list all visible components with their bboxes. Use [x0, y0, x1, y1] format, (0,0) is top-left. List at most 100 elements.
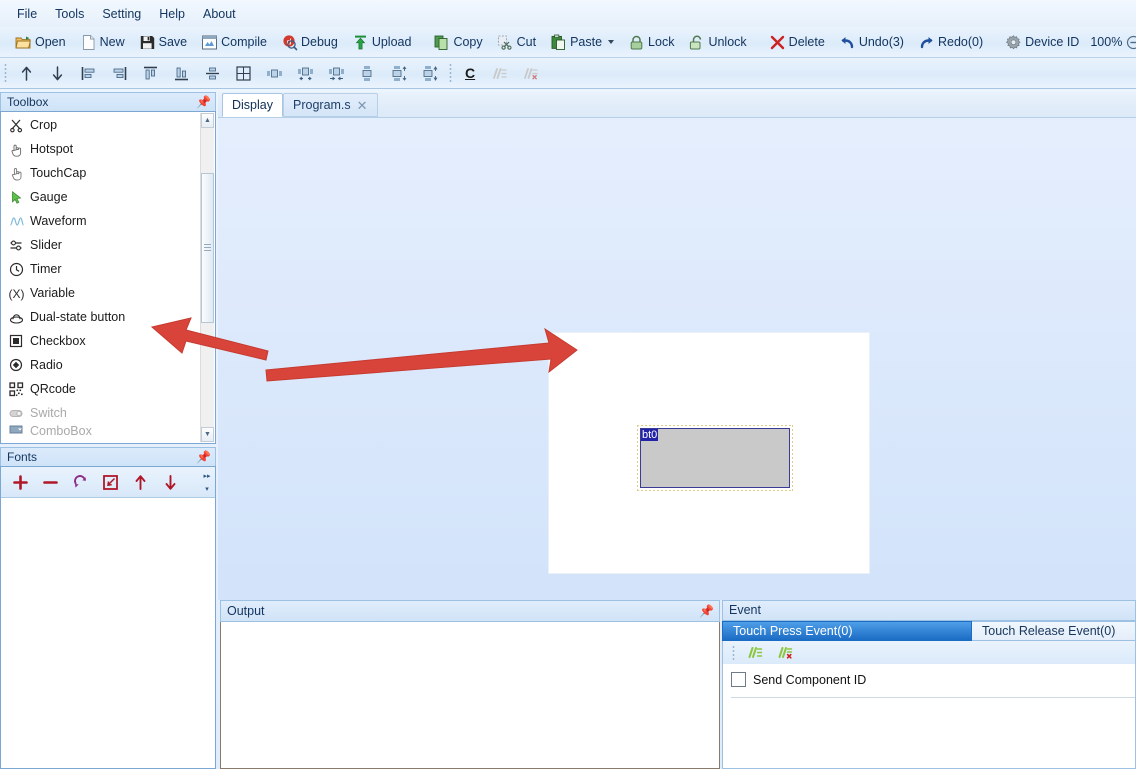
add-comment-button[interactable]	[484, 58, 515, 88]
same-width-icon	[266, 65, 283, 82]
pin-icon[interactable]: 📌	[699, 605, 714, 617]
tab-display[interactable]: Display	[222, 93, 283, 117]
toolbox-item-switch[interactable]: Switch	[2, 401, 201, 425]
menu-item-tools[interactable]: Tools	[46, 4, 93, 24]
scrollbar-thumb[interactable]	[201, 173, 214, 323]
close-icon[interactable]: ✕	[357, 99, 368, 112]
fonts-toolbar-overflow[interactable]: ▸▸ ▾	[201, 469, 213, 495]
font-add-button[interactable]	[5, 468, 35, 496]
distribute-v-top-button[interactable]	[383, 58, 414, 88]
toolbox-item-qrcode[interactable]: QRcode	[2, 377, 201, 401]
remove-comment-button[interactable]	[515, 58, 546, 88]
distribute-h-left-icon	[297, 65, 314, 82]
scroll-down-button[interactable]: ▼	[201, 427, 214, 442]
center-both-button[interactable]	[228, 58, 259, 88]
distribute-h-right-icon	[328, 65, 345, 82]
scroll-up-button[interactable]: ▲	[201, 113, 214, 128]
toolbox-item-dual-state-button[interactable]: Dual-state button	[2, 305, 201, 329]
output-panel: Output 📌	[218, 600, 720, 769]
align-right-button[interactable]	[104, 58, 135, 88]
menu-item-help[interactable]: Help	[150, 4, 194, 24]
dual-state-button-component[interactable]: bt0	[637, 425, 793, 491]
distribute-h-left-button[interactable]	[290, 58, 321, 88]
output-text-area[interactable]	[220, 622, 720, 769]
fonts-list[interactable]	[1, 498, 215, 768]
toolbox-item-crop[interactable]: Crop	[2, 113, 201, 137]
menu-item-setting[interactable]: Setting	[93, 4, 150, 24]
event-code-editor[interactable]	[731, 697, 1135, 768]
debug-button[interactable]: d Debug	[274, 27, 345, 57]
align-middle-button[interactable]	[197, 58, 228, 88]
compile-button[interactable]: Compile	[194, 27, 274, 57]
distribute-h-right-button[interactable]	[321, 58, 352, 88]
lock-button[interactable]: Lock	[621, 27, 681, 57]
code-button[interactable]: C	[456, 58, 484, 88]
event-editor-area[interactable]: Send Component ID	[722, 664, 1136, 769]
open-button[interactable]: Open	[8, 27, 73, 57]
copy-button[interactable]: Copy	[426, 27, 489, 57]
toolbox-item-radio[interactable]: Radio	[2, 353, 201, 377]
cut-button[interactable]: Cut	[490, 27, 543, 57]
device-screen[interactable]: bt0	[549, 333, 869, 573]
event-add-comment-button[interactable]	[741, 642, 769, 664]
same-width-button[interactable]	[259, 58, 290, 88]
font-move-down-button[interactable]	[155, 468, 185, 496]
menu-item-file[interactable]: File	[8, 4, 46, 24]
font-remove-button[interactable]	[35, 468, 65, 496]
event-toolbar-grip[interactable]	[732, 644, 735, 661]
toolbox-item-gauge[interactable]: Gauge	[2, 185, 201, 209]
send-component-id-checkbox[interactable]	[731, 672, 746, 687]
align-toolbar-grip[interactable]	[4, 63, 7, 83]
toolbox-item-checkbox[interactable]: Checkbox	[2, 329, 201, 353]
align-toolbar: C	[0, 58, 1136, 89]
toolbox-item-waveform[interactable]: Waveform	[2, 209, 201, 233]
save-button[interactable]: Save	[132, 27, 195, 57]
fonts-panel: Fonts 📌 ▸▸ ▾	[0, 447, 216, 769]
chevron-down-icon[interactable]: ▾	[205, 485, 209, 493]
unlock-button[interactable]: Unlock	[681, 27, 753, 57]
toolbox-item-hotspot[interactable]: Hotspot	[2, 137, 201, 161]
pin-icon[interactable]: 📌	[196, 96, 211, 108]
distribute-v-bottom-button[interactable]	[414, 58, 445, 88]
toolbox-item-slider[interactable]: Slider	[2, 233, 201, 257]
align-bottom-button[interactable]	[166, 58, 197, 88]
delete-button[interactable]: Delete	[762, 27, 832, 57]
new-button[interactable]: New	[73, 27, 132, 57]
menu-item-about[interactable]: About	[194, 4, 245, 24]
upload-button[interactable]: Upload	[345, 27, 419, 57]
move-up-button[interactable]	[11, 58, 42, 88]
toolbox-item-touchcap[interactable]: TouchCap	[2, 161, 201, 185]
align-toolbar-grip-2[interactable]	[449, 63, 452, 83]
tab-touch-press-event[interactable]: Touch Press Event(0)	[722, 620, 972, 642]
zoom-slider[interactable]	[1126, 33, 1136, 52]
event-remove-comment-button[interactable]	[771, 642, 799, 664]
move-down-button[interactable]	[42, 58, 73, 88]
align-top-button[interactable]	[135, 58, 166, 88]
toolbox-item-variable[interactable]: (X) Variable	[2, 281, 201, 305]
chevron-right-icon[interactable]: ▸▸	[203, 472, 210, 480]
paste-button[interactable]: Paste	[543, 27, 621, 57]
font-refresh-button[interactable]	[65, 468, 95, 496]
font-edit-button[interactable]	[95, 468, 125, 496]
chevron-down-icon[interactable]	[608, 40, 615, 44]
zoom-out-icon[interactable]	[1126, 35, 1136, 50]
left-dock-column: Toolbox 📌 Crop Hotspot TouchCap Gauge Wa…	[0, 92, 216, 769]
toolbox-item-partial[interactable]: ComboBox	[2, 425, 201, 437]
pin-icon[interactable]: 📌	[196, 451, 211, 463]
align-left-button[interactable]	[73, 58, 104, 88]
tab-touch-release-event[interactable]: Touch Release Event(0)	[972, 620, 1136, 642]
redo-button[interactable]: Redo(0)	[911, 27, 990, 57]
toolbox-item-timer[interactable]: Timer	[2, 257, 201, 281]
send-component-id-row[interactable]: Send Component ID	[731, 672, 1135, 687]
application-window: File Tools Setting Help About Open New S…	[0, 0, 1136, 769]
font-move-up-button[interactable]	[125, 468, 155, 496]
toolbox-scrollbar[interactable]: ▲ ▼	[200, 113, 214, 442]
tab-program-s[interactable]: Program.s ✕	[283, 93, 378, 117]
toolbox-item-label: ComboBox	[30, 425, 92, 437]
same-height-button[interactable]	[352, 58, 383, 88]
undo-button[interactable]: Undo(3)	[832, 27, 911, 57]
clock-icon	[9, 262, 24, 277]
design-canvas[interactable]: bt0	[218, 117, 1136, 600]
copy-icon	[433, 34, 450, 51]
device-id-button[interactable]: Device ID	[998, 27, 1086, 57]
